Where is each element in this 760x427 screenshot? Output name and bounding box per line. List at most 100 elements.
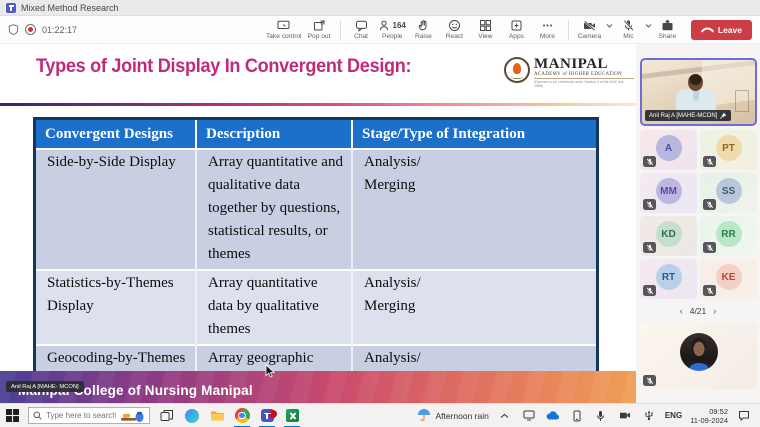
leave-label: Leave [718,25,742,35]
microphone-tray-button[interactable] [593,404,609,427]
raise-hand-button[interactable]: Raise [408,19,439,41]
participant-tile[interactable]: KE [700,259,757,299]
excel-icon [286,409,299,422]
people-button[interactable]: 164 People [377,19,408,41]
onedrive-tray-button[interactable] [545,404,561,427]
header-stage-type: Stage/Type of Integration [352,120,596,149]
participant-tile[interactable]: KD [640,216,697,256]
copilot-button[interactable] [184,404,200,427]
weather-widget[interactable]: Afternoon rain [417,409,488,422]
display-tray-button[interactable] [521,404,537,427]
cell-stage: Analysis/ Merging [352,149,596,270]
share-button[interactable]: Share [652,19,683,41]
recording-icon [25,24,36,35]
pager-prev-icon[interactable]: ‹ [680,307,683,315]
camera-tray-button[interactable] [617,404,633,427]
clock[interactable]: 09:52 11-09-2024 [690,407,728,425]
action-center-button[interactable] [736,404,752,427]
meeting-timer: 01:22:17 [42,25,77,35]
cloud-icon [546,411,559,420]
video-name-label: Anil Raj A [MAHE-MCON] [645,110,731,121]
usb-tray-button[interactable] [641,404,657,427]
mic-chevron-icon[interactable] [645,23,652,29]
cell-design: Side-by-Side Display [36,149,196,270]
avatar: RT [656,264,682,290]
participant-tile[interactable]: RR [700,216,757,256]
windows-taskbar: Afternoon rain ENG 09:52 11-09-2024 [0,403,760,427]
mic-muted-icon [643,199,656,210]
people-icon [379,19,391,32]
umbrella-rain-icon [417,409,431,422]
view-button[interactable]: View [470,19,501,41]
language-indicator[interactable]: ENG [665,411,682,420]
excel-button[interactable] [284,404,300,427]
hang-up-icon [701,27,714,33]
teams-icon [261,409,274,422]
avatar: RR [716,221,742,247]
header-description: Description [196,120,352,149]
taskbar-search[interactable] [28,407,150,424]
participant-tile[interactable]: MM [640,173,697,213]
mic-button[interactable]: Mic [613,19,644,41]
mic-muted-icon [643,285,656,296]
tray-mic-icon [596,410,605,422]
chrome-button[interactable] [234,404,250,427]
mouse-cursor [265,364,276,379]
participant-tile[interactable]: PT [700,130,757,170]
table-row: Side-by-Side Display Array quantitative … [36,149,596,270]
title-divider [0,103,636,106]
react-icon [448,19,461,32]
slide-footer-banner: Manipal College of Nursing Manipal [0,371,636,403]
header-convergent-designs: Convergent Designs [36,120,196,149]
table-header-row: Convergent Designs Description Stage/Typ… [36,120,596,149]
slide-title: Types of Joint Display In Convergent Des… [36,56,411,78]
tray-camera-icon [619,411,631,420]
people-count: 164 [393,21,406,30]
participant-video-tile[interactable] [640,323,757,389]
task-view-button[interactable] [159,404,175,427]
toolbar-divider [340,20,341,40]
pop-out-button[interactable]: Pop out [304,19,335,41]
take-control-button[interactable]: Take control [264,19,304,41]
camera-chevron-icon[interactable] [606,23,613,29]
phone-link-tray-button[interactable] [569,404,585,427]
start-button[interactable] [6,409,19,422]
hidden-icons-button[interactable] [497,404,513,427]
pager-next-icon[interactable]: › [713,307,716,315]
camera-button[interactable]: Camera [574,19,605,41]
toolbar-divider [568,20,569,40]
participant-tile[interactable]: A [640,130,697,170]
manipal-emblem-icon [504,57,530,83]
chevron-up-icon [500,413,509,419]
search-input[interactable] [46,411,116,420]
raise-hand-icon [417,19,430,32]
avatar: PT [716,135,742,161]
chat-icon [355,19,368,32]
shield-icon [8,24,19,35]
leave-button[interactable]: Leave [691,20,752,40]
more-button[interactable]: More [532,19,563,41]
avatar: MM [656,178,682,204]
pinned-video-tile[interactable]: Anil Raj A [MAHE-MCON] [640,58,757,126]
share-icon [661,19,674,32]
participants-sidebar: Anil Raj A [MAHE-MCON] A PT MM [636,44,760,403]
react-button[interactable]: React [439,19,470,41]
chat-button[interactable]: Chat [346,19,377,41]
notification-badge [269,410,277,418]
mic-muted-icon [643,242,656,253]
avatar: A [656,135,682,161]
participant-tile[interactable]: RT [640,259,697,299]
search-icon [33,411,42,420]
phone-icon [573,410,581,422]
file-explorer-button[interactable] [209,404,225,427]
meeting-toolbar: 01:22:17 Take control Pop out Chat 164 P… [0,16,760,44]
logo-fineprint: (Deemed to be University under Section 3… [534,78,634,88]
profile-photo [680,333,718,371]
participant-tile[interactable]: SS [700,173,757,213]
avatar: SS [716,178,742,204]
apps-icon [510,19,523,32]
manipal-logo: MANIPAL ACADEMY of HIGHER EDUCATION (Dee… [504,57,634,88]
teams-button[interactable] [259,404,275,427]
apps-button[interactable]: Apps [501,19,532,41]
mic-muted-icon [703,242,716,253]
